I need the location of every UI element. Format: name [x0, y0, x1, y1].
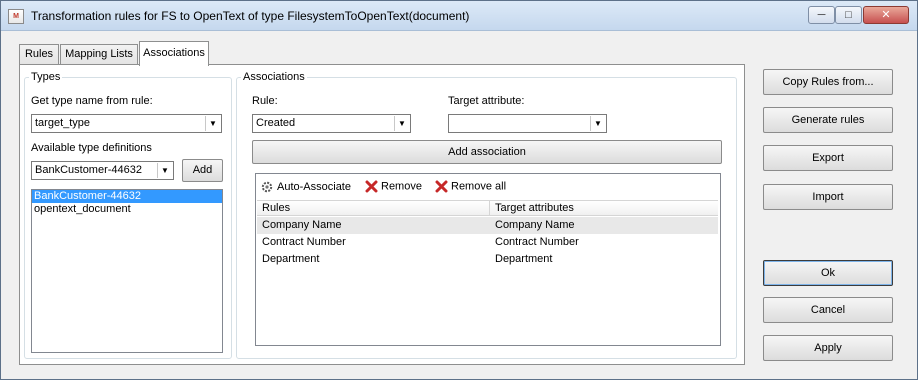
rule-cell: Company Name: [262, 219, 342, 231]
target-attribute-combo[interactable]: ▼: [448, 114, 607, 133]
rule-cell: Contract Number: [262, 236, 346, 248]
list-item[interactable]: opentext_document: [32, 203, 222, 216]
table-header: Rules Target attributes: [257, 200, 718, 216]
remove-label: Remove: [381, 180, 422, 193]
auto-associate-button[interactable]: Auto-Associate: [260, 180, 351, 194]
target-cell: Contract Number: [495, 236, 579, 248]
auto-associate-label: Auto-Associate: [277, 180, 351, 193]
maximize-button[interactable]: □: [835, 6, 862, 24]
target-cell: Department: [495, 253, 553, 265]
associations-tab-panel: Types Get type name from rule: target_ty…: [19, 64, 745, 365]
column-header-rules[interactable]: Rules: [257, 201, 490, 216]
tab-mapping-lists[interactable]: Mapping Lists: [60, 44, 138, 65]
type-rule-combo[interactable]: target_type ▼: [31, 114, 222, 133]
chevron-down-icon[interactable]: ▼: [590, 116, 605, 131]
gear-icon: [261, 181, 273, 193]
types-legend: Types: [31, 71, 61, 83]
remove-all-button[interactable]: Remove all: [435, 180, 506, 193]
remove-all-icon: [435, 180, 448, 193]
remove-button[interactable]: Remove: [365, 180, 422, 193]
rule-combo[interactable]: Created ▼: [252, 114, 411, 133]
associations-table-box: Auto-Associate Remove Remove all Rules T…: [255, 173, 721, 346]
apply-button[interactable]: Apply: [763, 335, 893, 361]
generate-rules-button[interactable]: Generate rules: [763, 107, 893, 133]
remove-all-label: Remove all: [451, 180, 507, 193]
window-title: Transformation rules for FS to OpenText …: [31, 9, 470, 23]
rule-cell: Department: [262, 253, 320, 265]
target-cell: Company Name: [495, 219, 575, 231]
type-definitions-list[interactable]: BankCustomer-44632 opentext_document: [31, 189, 223, 353]
tab-associations[interactable]: Associations: [139, 41, 209, 66]
associations-legend: Associations: [243, 71, 305, 83]
type-rule-value: target_type: [35, 117, 91, 129]
available-types-value: BankCustomer-44632: [35, 164, 143, 176]
add-type-button[interactable]: Add: [182, 159, 223, 182]
cancel-button[interactable]: Cancel: [763, 297, 893, 323]
available-types-combo[interactable]: BankCustomer-44632 ▼: [31, 161, 174, 180]
tab-rules[interactable]: Rules: [19, 44, 59, 65]
column-header-target-attributes[interactable]: Target attributes: [490, 201, 718, 216]
copy-rules-button[interactable]: Copy Rules from...: [763, 69, 893, 95]
chevron-down-icon[interactable]: ▼: [205, 116, 220, 131]
add-association-button[interactable]: Add association: [252, 140, 722, 164]
minimize-button[interactable]: ─: [808, 6, 835, 24]
app-icon: M: [8, 9, 24, 24]
chevron-down-icon[interactable]: ▼: [157, 163, 172, 178]
list-item[interactable]: BankCustomer-44632: [32, 190, 222, 203]
ok-button[interactable]: Ok: [763, 260, 893, 286]
rule-label: Rule:: [252, 95, 278, 107]
dialog-window: M Transformation rules for FS to OpenTex…: [0, 0, 918, 380]
table-row[interactable]: Department Department: [257, 251, 718, 268]
available-types-label: Available type definitions: [31, 142, 152, 154]
table-row[interactable]: Company Name Company Name: [257, 217, 718, 234]
chevron-down-icon[interactable]: ▼: [394, 116, 409, 131]
title-bar: M Transformation rules for FS to OpenTex…: [1, 1, 917, 31]
close-button[interactable]: ✕: [863, 6, 909, 24]
remove-icon: [365, 180, 378, 193]
table-row[interactable]: Contract Number Contract Number: [257, 234, 718, 251]
rule-value: Created: [256, 117, 296, 129]
target-attribute-label: Target attribute:: [448, 95, 525, 107]
get-type-label: Get type name from rule:: [31, 95, 153, 107]
import-button[interactable]: Import: [763, 184, 893, 210]
export-button[interactable]: Export: [763, 145, 893, 171]
